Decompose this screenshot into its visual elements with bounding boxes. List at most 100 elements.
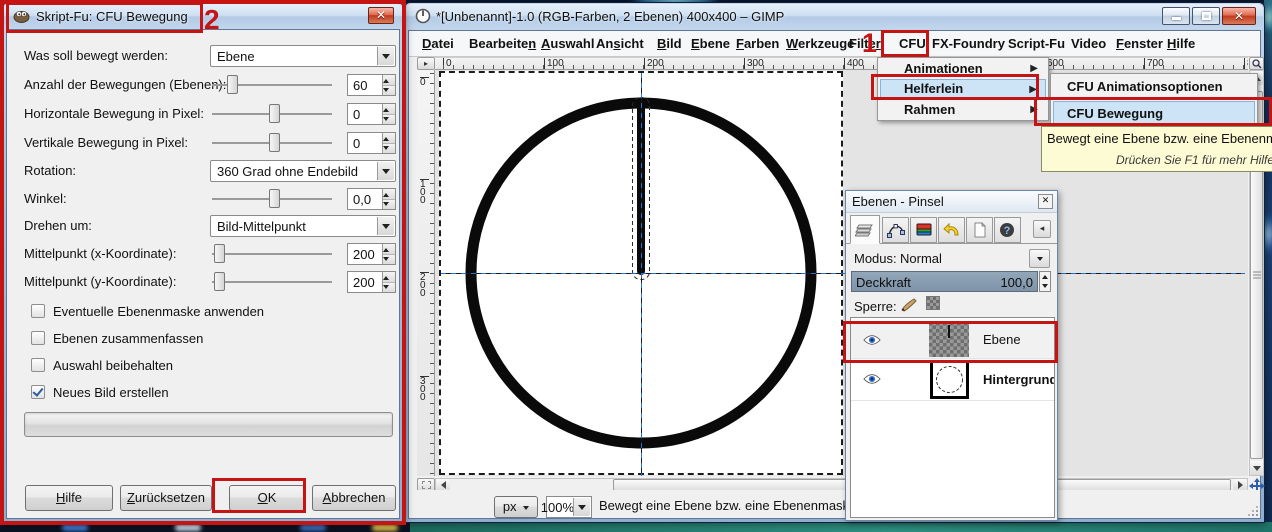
vertical-move-slider[interactable] <box>212 142 332 144</box>
new-image-checkbox[interactable] <box>31 385 45 399</box>
menu-item-rahmen[interactable]: Rahmen ▶ <box>880 100 1046 120</box>
menu-ebene[interactable]: Ebene <box>688 35 733 52</box>
menu-cfu[interactable]: CFU <box>896 35 929 52</box>
layer-thumbnail[interactable] <box>930 360 969 399</box>
layer-row-ebene[interactable]: Ebene <box>851 321 1054 359</box>
tab-pointer[interactable] <box>966 217 993 243</box>
vertical-guide[interactable] <box>641 73 642 476</box>
dropdown-button[interactable] <box>377 47 394 65</box>
spin-down-button[interactable] <box>383 199 395 209</box>
angle-slider[interactable] <box>212 198 332 200</box>
layer-row-hintergrund[interactable]: Hintergrund <box>851 359 1054 401</box>
slider-thumb[interactable] <box>269 133 280 152</box>
dialog-close-button[interactable]: ✕ <box>368 7 394 24</box>
taskbar-icon[interactable] <box>372 524 398 531</box>
spin-up-button[interactable] <box>383 272 395 282</box>
mode-dropdown-button[interactable] <box>1029 249 1050 268</box>
dropdown-button[interactable] <box>377 217 394 235</box>
slider-thumb[interactable] <box>269 104 280 123</box>
menu-item-cfu-animationsoptionen[interactable]: CFU Animationsoptionen <box>1053 75 1255 100</box>
menu-item-helferlein[interactable]: Helferlein ▶ <box>880 79 1046 99</box>
maximize-button[interactable] <box>1192 7 1220 25</box>
menu-hilfe[interactable]: Hilfe <box>1164 35 1198 52</box>
spin-down-button[interactable] <box>383 254 395 264</box>
tab-layers[interactable] <box>850 215 880 244</box>
close-button[interactable]: ✕ <box>1222 7 1256 25</box>
center-x-slider[interactable] <box>212 253 332 255</box>
layer-name[interactable]: Hintergrund <box>983 372 1055 387</box>
menu-bearbeiten[interactable]: Bearbeiten <box>466 35 539 52</box>
opacity-spinner[interactable] <box>1039 271 1051 292</box>
angle-spinner[interactable]: 0,0 <box>347 188 396 210</box>
tab-undo-history[interactable] <box>938 217 965 243</box>
horizontal-move-slider[interactable] <box>212 113 332 115</box>
center-y-spinner[interactable]: 200 <box>347 271 396 293</box>
visibility-eye-icon[interactable] <box>863 334 881 346</box>
menu-item-animationen[interactable]: Animationen ▶ <box>880 59 1046 79</box>
help-button[interactable]: Hilfe <box>25 485 113 511</box>
center-x-spinner[interactable]: 200 <box>347 243 396 265</box>
horizontal-guide[interactable] <box>441 273 1245 274</box>
num-moves-spinner[interactable]: 60 <box>347 74 396 96</box>
menu-item-cfu-bewegung[interactable]: CFU Bewegung <box>1053 101 1255 126</box>
menu-farben[interactable]: Farben <box>733 35 782 52</box>
menu-ansicht[interactable]: Ansicht <box>593 35 647 52</box>
taskbar-icon[interactable] <box>62 524 88 531</box>
gimp-titlebar[interactable]: *[Unbenannt]-1.0 (RGB-Farben, 2 Ebenen) … <box>406 4 1263 29</box>
taskbar-icon[interactable] <box>175 524 201 531</box>
layer-thumbnail[interactable] <box>929 322 969 357</box>
rotation-dropdown[interactable]: 360 Grad ohne Endebild <box>210 160 396 182</box>
slider-thumb[interactable] <box>269 189 280 208</box>
slider-thumb[interactable] <box>214 272 225 291</box>
minimize-button[interactable] <box>1162 7 1190 25</box>
spin-down-button[interactable] <box>383 143 395 153</box>
merge-layers-checkbox[interactable] <box>31 331 45 345</box>
layers-panel-titlebar[interactable]: Ebenen - Pinsel ✕ <box>846 191 1057 213</box>
layer-name[interactable]: Ebene <box>983 332 1021 347</box>
num-moves-slider[interactable] <box>212 84 332 86</box>
ruler-corner-menu-button[interactable]: ▸ <box>417 57 435 70</box>
resize-grip[interactable] <box>1248 506 1258 516</box>
horizontal-move-spinner[interactable]: 0 <box>347 103 396 125</box>
alpha-lock-icon[interactable] <box>926 296 940 310</box>
spin-up-button[interactable] <box>383 133 395 143</box>
brush-lock-icon[interactable] <box>900 297 918 312</box>
panel-close-button[interactable]: ✕ <box>1038 194 1053 209</box>
spin-down-button[interactable] <box>383 85 395 95</box>
center-y-slider[interactable] <box>212 281 332 283</box>
taskbar-icon[interactable] <box>300 524 326 531</box>
opacity-slider[interactable]: Deckkraft 100,0 <box>851 271 1038 292</box>
dropdown-button[interactable] <box>377 162 394 180</box>
ok-button[interactable]: OK <box>229 485 305 511</box>
zoom-follow-window-button[interactable] <box>1249 57 1264 70</box>
menu-datei[interactable]: Datei <box>419 35 457 52</box>
spin-down-button[interactable] <box>383 282 395 292</box>
menu-fenster[interactable]: Fenster <box>1113 35 1166 52</box>
slider-thumb[interactable] <box>227 75 238 94</box>
tab-help[interactable]: ? <box>994 217 1021 243</box>
menu-bild[interactable]: Bild <box>654 35 685 52</box>
visibility-eye-icon[interactable] <box>863 373 881 385</box>
zoom-dropdown-button[interactable] <box>573 498 590 516</box>
spin-up-button[interactable] <box>383 244 395 254</box>
slider-thumb[interactable] <box>214 244 225 263</box>
rotate-around-dropdown[interactable]: Bild-Mittelpunkt <box>210 215 396 237</box>
tab-paths[interactable] <box>882 217 909 243</box>
reset-button[interactable]: Zurücksetzen <box>120 485 212 511</box>
keep-selection-checkbox[interactable] <box>31 358 45 372</box>
dialog-titlebar[interactable]: Skript-Fu: CFU Bewegung ✕ <box>4 4 402 29</box>
spin-down-button[interactable] <box>383 114 395 124</box>
cancel-button[interactable]: Abbrechen <box>312 485 396 511</box>
vertical-move-spinner[interactable]: 0 <box>347 132 396 154</box>
unit-dropdown[interactable]: px <box>494 496 538 518</box>
tab-channels[interactable] <box>910 217 937 243</box>
spin-up-button[interactable] <box>383 189 395 199</box>
scroll-down-button[interactable] <box>1250 461 1263 475</box>
spin-up-button[interactable] <box>383 104 395 114</box>
apply-layermask-checkbox[interactable] <box>31 304 45 318</box>
spin-up-button[interactable] <box>383 75 395 85</box>
menu-script-fu[interactable]: Script-Fu <box>1005 35 1068 52</box>
tab-menu-button[interactable]: ◂ <box>1033 220 1051 238</box>
menu-video[interactable]: Video <box>1068 35 1109 52</box>
move-what-dropdown[interactable]: Ebene <box>210 45 396 67</box>
